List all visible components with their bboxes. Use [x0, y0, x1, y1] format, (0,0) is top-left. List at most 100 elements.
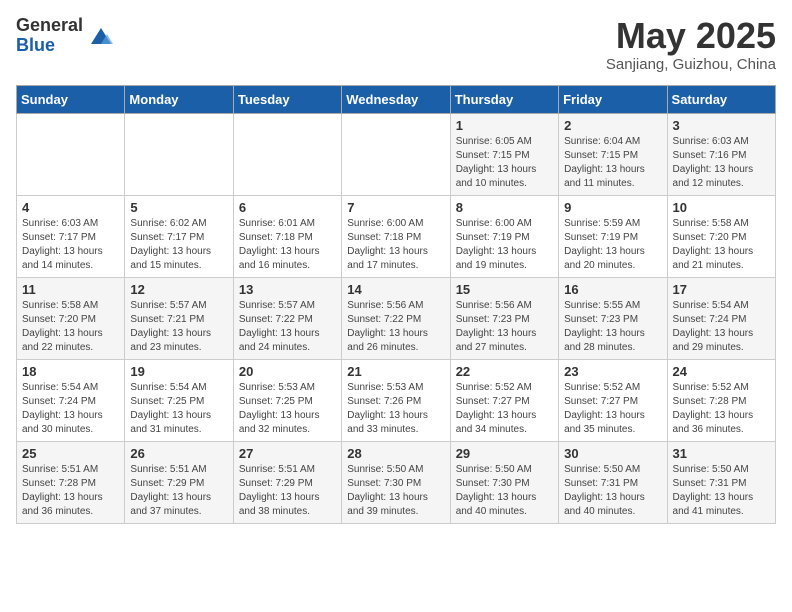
header-tuesday: Tuesday — [233, 85, 341, 113]
day-number: 31 — [673, 446, 770, 461]
title-area: May 2025 Sanjiang, Guizhou, China — [606, 16, 776, 73]
calendar-cell: 28 Sunrise: 5:50 AM Sunset: 7:30 PM Dayli… — [342, 441, 450, 523]
calendar-cell: 26Sunrise: 5:51 AM Sunset: 7:29 PM Dayli… — [125, 441, 233, 523]
day-info: Sunrise: 5:52 AM Sunset: 7:28 PM Dayligh… — [673, 381, 770, 437]
day-info: Sunrise: 5:53 AM Sunset: 7:25 PM Dayligh… — [239, 381, 336, 437]
day-info: Sunrise: 5:52 AM Sunset: 7:27 PM Dayligh… — [456, 381, 553, 437]
day-info: Sunrise: 5:58 AM Sunset: 7:20 PM Dayligh… — [22, 299, 119, 355]
calendar-cell: 8 Sunrise: 6:00 AM Sunset: 7:19 PM Daylig… — [450, 195, 558, 277]
location: Sanjiang, Guizhou, China — [606, 56, 776, 73]
calendar-cell: 4 Sunrise: 6:03 AM Sunset: 7:17 PM Daylig… — [17, 195, 125, 277]
calendar-cell: 5 Sunrise: 6:02 AM Sunset: 7:17 PM Daylig… — [125, 195, 233, 277]
calendar-cell: 17 Sunrise: 5:54 AM Sunset: 7:24 PM Dayli… — [667, 277, 775, 359]
calendar-cell: 19 Sunrise: 5:54 AM Sunset: 7:25 PM Dayli… — [125, 359, 233, 441]
day-number: 12 — [130, 282, 227, 297]
day-number: 28 — [347, 446, 444, 461]
day-info: Sunrise: 5:56 AM Sunset: 7:23 PM Dayligh… — [456, 299, 553, 355]
page-header: General Blue May 2025 Sanjiang, Guizhou,… — [16, 16, 776, 73]
calendar-cell: 29 Sunrise: 5:50 AM Sunset: 7:30 PM Dayli… — [450, 441, 558, 523]
calendar-cell: 3 Sunrise: 6:03 AM Sunset: 7:16 PM Daylig… — [667, 113, 775, 195]
day-info: Sunrise: 5:51 AM Sunset: 7:29 PM Dayligh… — [239, 463, 336, 519]
day-number: 7 — [347, 200, 444, 215]
day-number: 19 — [130, 364, 227, 379]
calendar-cell: 16 Sunrise: 5:55 AM Sunset: 7:23 PM Dayli… — [559, 277, 667, 359]
day-number: 6 — [239, 200, 336, 215]
day-number: 4 — [22, 200, 119, 215]
day-info: Sunrise: 5:50 AM Sunset: 7:30 PM Dayligh… — [456, 463, 553, 519]
calendar-cell — [17, 113, 125, 195]
day-number: 1 — [456, 118, 553, 133]
day-info: Sunrise: 5:50 AM Sunset: 7:31 PM Dayligh… — [673, 463, 770, 519]
day-info: Sunrise: 6:03 AM Sunset: 7:16 PM Dayligh… — [673, 135, 770, 191]
calendar-cell — [125, 113, 233, 195]
header-saturday: Saturday — [667, 85, 775, 113]
day-number: 18 — [22, 364, 119, 379]
calendar-cell: 11Sunrise: 5:58 AM Sunset: 7:20 PM Dayli… — [17, 277, 125, 359]
calendar-cell: 21 Sunrise: 5:53 AM Sunset: 7:26 PM Dayli… — [342, 359, 450, 441]
day-number: 26 — [130, 446, 227, 461]
calendar-cell: 13 Sunrise: 5:57 AM Sunset: 7:22 PM Dayli… — [233, 277, 341, 359]
day-info: Sunrise: 5:56 AM Sunset: 7:22 PM Dayligh… — [347, 299, 444, 355]
day-info: Sunrise: 6:05 AM Sunset: 7:15 PM Dayligh… — [456, 135, 553, 191]
day-number: 30 — [564, 446, 661, 461]
header-thursday: Thursday — [450, 85, 558, 113]
day-number: 22 — [456, 364, 553, 379]
day-info: Sunrise: 5:52 AM Sunset: 7:27 PM Dayligh… — [564, 381, 661, 437]
calendar-cell: 24 Sunrise: 5:52 AM Sunset: 7:28 PM Dayli… — [667, 359, 775, 441]
day-info: Sunrise: 5:57 AM Sunset: 7:21 PM Dayligh… — [130, 299, 227, 355]
calendar-cell: 10 Sunrise: 5:58 AM Sunset: 7:20 PM Dayli… — [667, 195, 775, 277]
calendar-cell: 18 Sunrise: 5:54 AM Sunset: 7:24 PM Dayli… — [17, 359, 125, 441]
day-info: Sunrise: 6:02 AM Sunset: 7:17 PM Dayligh… — [130, 217, 227, 273]
day-number: 5 — [130, 200, 227, 215]
logo-blue: Blue — [16, 36, 83, 56]
day-number: 21 — [347, 364, 444, 379]
logo: General Blue — [16, 16, 115, 56]
day-number: 24 — [673, 364, 770, 379]
calendar-cell: 30 Sunrise: 5:50 AM Sunset: 7:31 PM Dayli… — [559, 441, 667, 523]
day-number: 25 — [22, 446, 119, 461]
calendar-table: SundayMondayTuesdayWednesdayThursdayFrid… — [16, 85, 776, 524]
day-number: 10 — [673, 200, 770, 215]
day-info: Sunrise: 5:57 AM Sunset: 7:22 PM Dayligh… — [239, 299, 336, 355]
day-number: 16 — [564, 282, 661, 297]
day-info: Sunrise: 5:50 AM Sunset: 7:30 PM Dayligh… — [347, 463, 444, 519]
calendar-cell: 25Sunrise: 5:51 AM Sunset: 7:28 PM Dayli… — [17, 441, 125, 523]
day-number: 8 — [456, 200, 553, 215]
day-number: 13 — [239, 282, 336, 297]
calendar-cell: 1 Sunrise: 6:05 AM Sunset: 7:15 PM Daylig… — [450, 113, 558, 195]
header-sunday: Sunday — [17, 85, 125, 113]
day-info: Sunrise: 5:54 AM Sunset: 7:24 PM Dayligh… — [673, 299, 770, 355]
calendar-header: SundayMondayTuesdayWednesdayThursdayFrid… — [17, 85, 776, 113]
day-number: 23 — [564, 364, 661, 379]
header-wednesday: Wednesday — [342, 85, 450, 113]
day-number: 3 — [673, 118, 770, 133]
day-info: Sunrise: 6:00 AM Sunset: 7:19 PM Dayligh… — [456, 217, 553, 273]
day-info: Sunrise: 5:54 AM Sunset: 7:25 PM Dayligh… — [130, 381, 227, 437]
day-number: 2 — [564, 118, 661, 133]
day-number: 9 — [564, 200, 661, 215]
day-info: Sunrise: 5:50 AM Sunset: 7:31 PM Dayligh… — [564, 463, 661, 519]
day-number: 20 — [239, 364, 336, 379]
calendar-cell: 20 Sunrise: 5:53 AM Sunset: 7:25 PM Dayli… — [233, 359, 341, 441]
day-info: Sunrise: 5:59 AM Sunset: 7:19 PM Dayligh… — [564, 217, 661, 273]
day-info: Sunrise: 5:55 AM Sunset: 7:23 PM Dayligh… — [564, 299, 661, 355]
logo-general: General — [16, 16, 83, 36]
calendar-cell: 23 Sunrise: 5:52 AM Sunset: 7:27 PM Dayli… — [559, 359, 667, 441]
day-info: Sunrise: 6:03 AM Sunset: 7:17 PM Dayligh… — [22, 217, 119, 273]
calendar-cell: 2 Sunrise: 6:04 AM Sunset: 7:15 PM Daylig… — [559, 113, 667, 195]
calendar-cell: 9 Sunrise: 5:59 AM Sunset: 7:19 PM Daylig… — [559, 195, 667, 277]
day-number: 29 — [456, 446, 553, 461]
day-number: 17 — [673, 282, 770, 297]
day-number: 15 — [456, 282, 553, 297]
header-monday: Monday — [125, 85, 233, 113]
day-info: Sunrise: 5:53 AM Sunset: 7:26 PM Dayligh… — [347, 381, 444, 437]
day-info: Sunrise: 5:58 AM Sunset: 7:20 PM Dayligh… — [673, 217, 770, 273]
calendar-cell: 6Sunrise: 6:01 AM Sunset: 7:18 PM Daylig… — [233, 195, 341, 277]
calendar-cell: 27Sunrise: 5:51 AM Sunset: 7:29 PM Dayli… — [233, 441, 341, 523]
day-info: Sunrise: 5:54 AM Sunset: 7:24 PM Dayligh… — [22, 381, 119, 437]
calendar-cell: 15 Sunrise: 5:56 AM Sunset: 7:23 PM Dayli… — [450, 277, 558, 359]
day-info: Sunrise: 6:04 AM Sunset: 7:15 PM Dayligh… — [564, 135, 661, 191]
calendar-cell: 22 Sunrise: 5:52 AM Sunset: 7:27 PM Dayli… — [450, 359, 558, 441]
month-title: May 2025 — [606, 16, 776, 56]
calendar-cell: 31 Sunrise: 5:50 AM Sunset: 7:31 PM Dayli… — [667, 441, 775, 523]
